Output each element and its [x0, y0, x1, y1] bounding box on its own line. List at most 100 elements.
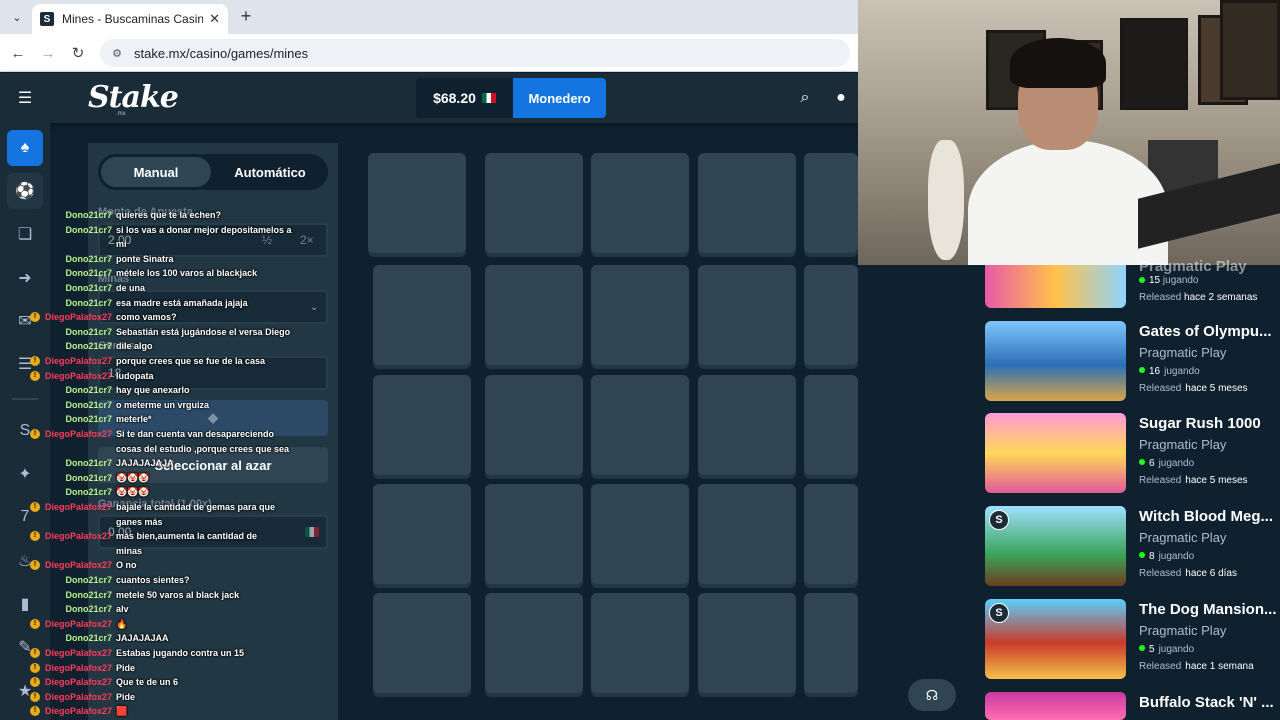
- url-text: stake.mx/casino/games/mines: [134, 45, 309, 61]
- chat-message: Dono21cr7 cuantos sientes?: [30, 575, 330, 587]
- partial-game-provider: Pragmatic Play: [1139, 258, 1247, 275]
- chat-message: Dono21cr7 meterle*: [30, 414, 330, 426]
- mine-tile[interactable]: [373, 484, 471, 584]
- players-count: 6 jugando: [1139, 458, 1194, 469]
- game-name[interactable]: Gates of Olympu...: [1139, 323, 1280, 340]
- game-name[interactable]: The Dog Mansion...: [1139, 601, 1280, 618]
- game-thumbnail[interactable]: [985, 321, 1126, 401]
- mine-tile[interactable]: [804, 153, 858, 253]
- chat-username: Dono21cr7: [65, 633, 112, 644]
- mine-tile[interactable]: [698, 153, 796, 253]
- mine-tile[interactable]: [591, 265, 689, 365]
- browser-toolbar: ← → ↻ ⚙ stake.mx/casino/games/mines: [0, 34, 858, 72]
- mine-tile[interactable]: [591, 375, 689, 475]
- chat-message: ! DiegoPalafox27 🟥: [30, 706, 330, 718]
- address-bar[interactable]: ⚙ stake.mx/casino/games/mines: [100, 39, 850, 67]
- balance-display[interactable]: $68.20: [416, 78, 513, 118]
- game-name[interactable]: Buffalo Stack 'N' ...: [1139, 694, 1280, 711]
- mine-tile[interactable]: [698, 484, 796, 584]
- tab-manual[interactable]: Manual: [101, 157, 211, 187]
- search-icon[interactable]: ⌕: [795, 88, 815, 108]
- mine-tile[interactable]: [698, 265, 796, 365]
- game-card[interactable]: Buffalo Stack 'N' ...: [985, 692, 1280, 720]
- chat-username: DiegoPalafox27: [44, 531, 112, 542]
- chevron-down-icon[interactable]: ⌄: [6, 7, 28, 27]
- chat-text: cuantos sientes?: [116, 575, 190, 585]
- chat-message: Dono21cr7 JAJAJAJAJA: [30, 458, 330, 470]
- game-card[interactable]: S The Dog Mansion... Pragmatic Play 5 jugand…: [985, 599, 1280, 683]
- chat-message: ! DiegoPalafox27 más bien,aumenta la canti…: [30, 531, 330, 543]
- wallet-button[interactable]: Monedero: [513, 78, 606, 118]
- tab-title: Mines - Buscaminas Casino RTP: [62, 12, 204, 26]
- mine-tile[interactable]: [485, 265, 583, 365]
- game-name[interactable]: Sugar Rush 1000: [1139, 415, 1280, 432]
- released-label: Released: [1139, 568, 1182, 579]
- mine-tile[interactable]: [373, 375, 471, 475]
- game-card[interactable]: Sugar Rush 1000 Pragmatic Play 6 jugando Rel…: [985, 413, 1280, 497]
- headset-icon[interactable]: ☊: [908, 679, 956, 711]
- arrow-right-icon[interactable]: →: [38, 43, 58, 63]
- mine-tile[interactable]: [804, 375, 858, 475]
- chat-text: Que te de un 6: [116, 677, 179, 688]
- reload-icon[interactable]: ↻: [68, 43, 88, 63]
- chat-username: Dono21cr7: [65, 589, 112, 600]
- close-icon[interactable]: ✕: [209, 11, 220, 27]
- sports-icon[interactable]: ⚽: [7, 173, 43, 209]
- mine-tile[interactable]: [804, 484, 858, 584]
- casino-icon[interactable]: ♠: [7, 130, 43, 166]
- chat-text: JAJAJAJAJA: [116, 458, 174, 469]
- mine-tile[interactable]: [368, 153, 466, 253]
- released-label: Released: [1139, 475, 1182, 486]
- chat-text: alv: [116, 604, 129, 615]
- game-thumbnail[interactable]: [985, 413, 1126, 493]
- game-name[interactable]: Witch Blood Meg...: [1139, 508, 1280, 525]
- online-dot-icon: [1139, 459, 1145, 465]
- chat-username: DiegoPalafox27: [44, 677, 112, 688]
- chat-text: cosas del estudio ,porque crees que sea: [116, 443, 290, 454]
- hamburger-menu-icon[interactable]: ☰: [15, 88, 35, 108]
- released-date: hace 5 meses: [1185, 475, 1248, 486]
- game-card[interactable]: S Witch Blood Meg... Pragmatic Play 8 jugand…: [985, 506, 1280, 590]
- mine-tile[interactable]: [373, 593, 471, 693]
- released-label: Released: [1139, 383, 1182, 394]
- chat-message: ! DiegoPalafox27 Pide: [30, 691, 330, 704]
- game-thumbnail[interactable]: S: [985, 599, 1126, 679]
- release-info: Released hace 6 días: [1139, 568, 1237, 579]
- game-provider: Pragmatic Play: [1139, 437, 1227, 452]
- mine-tile[interactable]: [591, 593, 689, 693]
- arrow-left-icon[interactable]: ←: [8, 43, 28, 63]
- mine-tile[interactable]: [698, 375, 796, 475]
- mine-tile[interactable]: [804, 593, 858, 693]
- mine-tile[interactable]: [485, 153, 583, 253]
- mine-tile[interactable]: [591, 153, 689, 253]
- chat-username: Dono21cr7: [65, 385, 112, 396]
- mine-tile[interactable]: [591, 484, 689, 584]
- mine-tile[interactable]: [485, 375, 583, 475]
- chat-username: Dono21cr7: [65, 268, 112, 279]
- chat-text: mi: [116, 239, 127, 250]
- chat-username: DiegoPalafox27: [44, 648, 112, 658]
- mine-tile[interactable]: [373, 265, 471, 365]
- chat-message: ganes más: [30, 517, 330, 529]
- mine-tile[interactable]: [485, 593, 583, 693]
- chat-username: DiegoPalafox27: [44, 662, 112, 673]
- players-count: 5 jugando: [1139, 644, 1194, 655]
- mine-tile[interactable]: [485, 484, 583, 584]
- browser-tab[interactable]: S Mines - Buscaminas Casino RTP ✕: [32, 4, 228, 34]
- tab-automatic[interactable]: Automático: [215, 157, 325, 187]
- chat-text: metele 50 varos al black jack: [116, 589, 240, 600]
- game-card[interactable]: Gates of Olympu... Pragmatic Play 16 jugand…: [985, 321, 1280, 405]
- chat-username: Dono21cr7: [65, 414, 112, 425]
- released-date: hace 5 meses: [1185, 383, 1248, 394]
- chat-message: Dono21cr7 dile algo: [30, 341, 330, 353]
- game-thumbnail[interactable]: S: [985, 506, 1126, 586]
- stake-logo[interactable]: Stake: [88, 80, 179, 115]
- chat-username: Dono21cr7: [65, 399, 112, 410]
- user-icon[interactable]: ●: [831, 88, 851, 108]
- new-tab-plus-icon[interactable]: +: [236, 6, 256, 26]
- site-info-icon[interactable]: ⚙: [110, 46, 124, 60]
- mine-tile[interactable]: [804, 265, 858, 365]
- game-thumbnail[interactable]: [985, 265, 1126, 308]
- game-thumbnail[interactable]: [985, 692, 1126, 720]
- mine-tile[interactable]: [698, 593, 796, 693]
